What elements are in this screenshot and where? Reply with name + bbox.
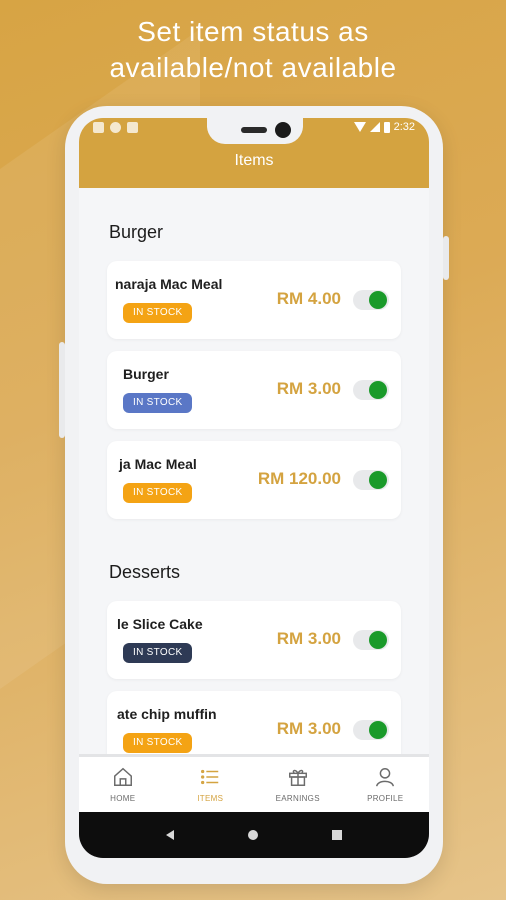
- system-navigation-bar: [79, 812, 429, 858]
- notification-icon: [110, 122, 121, 133]
- toggle-knob: [369, 291, 387, 309]
- gift-icon: [287, 766, 309, 788]
- status-indicators: 2:32: [353, 121, 415, 133]
- headline-line-2: available/not available: [109, 52, 397, 83]
- notification-icon: [93, 122, 104, 133]
- nav-label: EARNINGS: [275, 794, 320, 803]
- wifi-icon: [353, 122, 366, 132]
- item-price: RM 4.00: [276, 289, 341, 308]
- item-price: RM 120.00: [257, 469, 341, 488]
- section-title-burger: Burger: [109, 222, 164, 242]
- status-notifications: [93, 122, 138, 133]
- availability-toggle[interactable]: [353, 290, 389, 310]
- bottom-navigation: HOME ITEMS EARNINGS PROFILE: [79, 754, 429, 812]
- item-card[interactable]: naraja Mac Meal IN STOCK RM 4.00: [107, 261, 401, 339]
- nav-earnings[interactable]: EARNINGS: [254, 757, 342, 812]
- toggle-knob: [369, 381, 387, 399]
- item-price: RM 3.00: [276, 629, 341, 648]
- availability-toggle[interactable]: [353, 630, 389, 650]
- item-name: le Slice Cake: [117, 616, 203, 632]
- home-icon: [112, 766, 134, 788]
- status-time: 2:32: [393, 121, 415, 133]
- front-camera: [275, 122, 291, 138]
- home-circle-icon[interactable]: [248, 830, 258, 840]
- phone-frame: 2:32 Items Burger naraja Mac Meal IN STO…: [59, 106, 449, 884]
- item-card[interactable]: Burger IN STOCK RM 3.00: [107, 351, 401, 429]
- nav-profile[interactable]: PROFILE: [342, 757, 430, 812]
- volume-button: [59, 342, 65, 438]
- app-header: 2:32 Items: [79, 118, 429, 188]
- toggle-knob: [369, 471, 387, 489]
- item-name: naraja Mac Meal: [115, 276, 223, 292]
- nav-label: PROFILE: [367, 794, 404, 803]
- page-title: Items: [234, 152, 274, 169]
- power-button: [443, 236, 449, 280]
- stock-badge: IN STOCK: [123, 733, 193, 753]
- stock-badge: IN STOCK: [123, 303, 193, 323]
- signal-icon: [369, 122, 380, 132]
- item-price: RM 3.00: [276, 379, 341, 398]
- nav-home[interactable]: HOME: [79, 757, 167, 812]
- headline-line-1: Set item status as: [137, 16, 369, 47]
- stock-badge: IN STOCK: [123, 483, 193, 503]
- notification-icon: [127, 122, 138, 133]
- toggle-knob: [369, 631, 387, 649]
- app-screen: 2:32 Items Burger naraja Mac Meal IN STO…: [79, 118, 429, 858]
- nav-label: ITEMS: [197, 794, 224, 803]
- stock-badge: IN STOCK: [123, 393, 193, 413]
- stock-badge: IN STOCK: [123, 643, 193, 663]
- item-card[interactable]: ja Mac Meal IN STOCK RM 120.00: [107, 441, 401, 519]
- item-name: ja Mac Meal: [119, 456, 197, 472]
- nav-label: HOME: [110, 794, 136, 803]
- availability-toggle[interactable]: [353, 380, 389, 400]
- item-card[interactable]: le Slice Cake IN STOCK RM 3.00: [107, 601, 401, 679]
- user-icon: [374, 766, 396, 788]
- item-price: RM 3.00: [276, 719, 341, 738]
- section-title-desserts: Desserts: [109, 562, 181, 582]
- nav-items[interactable]: ITEMS: [167, 757, 255, 812]
- availability-toggle[interactable]: [353, 720, 389, 740]
- speaker: [241, 127, 267, 133]
- toggle-knob: [369, 721, 387, 739]
- promo-headline: Set item status as available/not availab…: [0, 14, 506, 86]
- item-name: Burger: [123, 366, 169, 382]
- availability-toggle[interactable]: [353, 470, 389, 490]
- recent-apps-icon[interactable]: [332, 830, 342, 840]
- battery-icon: [383, 121, 390, 133]
- item-name: ate chip muffin: [117, 706, 217, 722]
- list-icon: [199, 766, 221, 788]
- back-icon[interactable]: [166, 830, 174, 840]
